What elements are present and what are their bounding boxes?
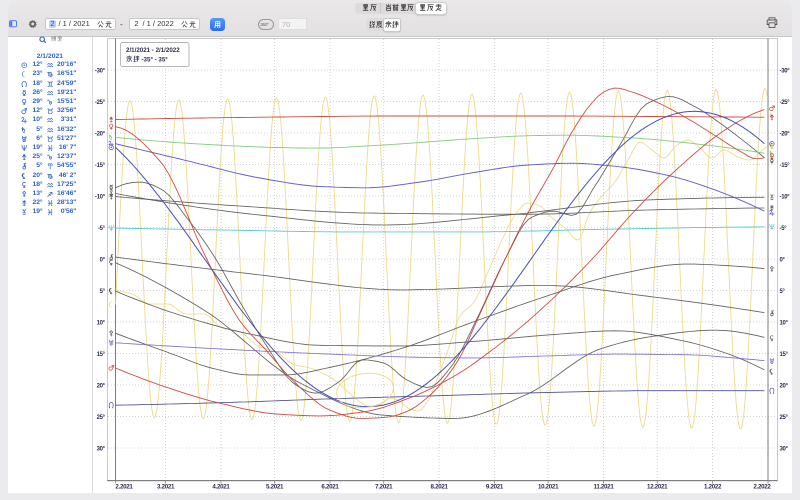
svg-text:25°: 25°	[780, 415, 789, 421]
svg-text:5°: 5°	[780, 289, 786, 295]
svg-text:-5°: -5°	[98, 226, 106, 232]
svg-text:30°: 30°	[97, 447, 106, 453]
svg-text:12.2021: 12.2021	[647, 484, 668, 491]
svg-text:5.2021: 5.2021	[266, 484, 284, 491]
svg-text:-25°: -25°	[780, 100, 791, 106]
svg-text:15°: 15°	[780, 352, 789, 358]
svg-text:-30°: -30°	[95, 69, 106, 75]
svg-text:4.2021: 4.2021	[212, 484, 230, 491]
svg-text:11.2021: 11.2021	[594, 484, 615, 491]
svg-text:2.2021: 2.2021	[115, 484, 133, 491]
svg-text:15°: 15°	[97, 352, 106, 358]
svg-text:2/1/2021 - 2/1/2022: 2/1/2021 - 2/1/2022	[126, 47, 180, 54]
svg-text:0°: 0°	[100, 258, 106, 264]
svg-text:7.2021: 7.2021	[375, 484, 393, 491]
svg-text:1.2022: 1.2022	[704, 484, 722, 491]
svg-text:3.2021: 3.2021	[157, 484, 175, 491]
svg-text:2.2022: 2.2022	[753, 484, 771, 491]
svg-text:-35° - 35°: -35° - 35°	[142, 56, 169, 63]
svg-text:10.2021: 10.2021	[538, 484, 559, 491]
svg-text:-15°: -15°	[95, 163, 106, 169]
svg-text:-5°: -5°	[780, 226, 788, 232]
svg-text:10°: 10°	[97, 321, 106, 327]
svg-text:20°: 20°	[97, 384, 106, 390]
svg-text:-20°: -20°	[95, 132, 106, 138]
svg-text:6.2021: 6.2021	[321, 484, 339, 491]
svg-text:25°: 25°	[97, 415, 106, 421]
svg-text:20°: 20°	[780, 384, 789, 390]
svg-text:-30°: -30°	[780, 69, 791, 75]
svg-text:-25°: -25°	[95, 100, 106, 106]
svg-text:-15°: -15°	[780, 163, 791, 169]
svg-text:30°: 30°	[780, 447, 789, 453]
svg-text:10°: 10°	[780, 321, 789, 327]
svg-text:-20°: -20°	[780, 132, 791, 138]
svg-text:-10°: -10°	[780, 195, 791, 201]
svg-text:5°: 5°	[100, 289, 106, 295]
svg-text:0°: 0°	[780, 258, 786, 264]
svg-text:8.2021: 8.2021	[431, 484, 449, 491]
svg-text:-10°: -10°	[95, 195, 106, 201]
svg-text:9.2021: 9.2021	[486, 484, 504, 491]
